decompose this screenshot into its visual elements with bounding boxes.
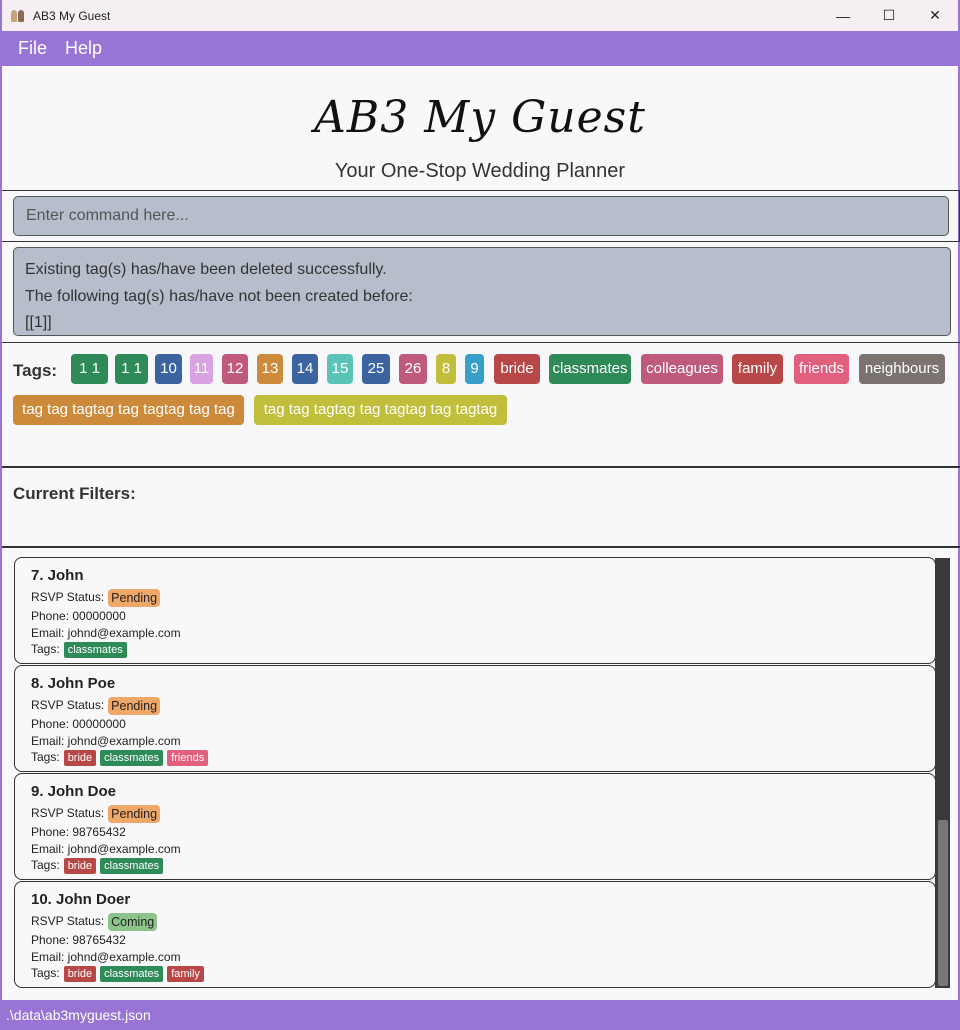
- rsvp-badge: Pending: [108, 697, 161, 715]
- guest-tag: family: [167, 966, 204, 982]
- guest-name: 9. John Doe: [31, 783, 117, 800]
- result-display: Existing tag(s) has/have been deleted su…: [13, 247, 951, 336]
- guest-email: Email: johnd@example.com: [31, 734, 181, 748]
- guest-email: Email: johnd@example.com: [31, 950, 181, 964]
- guest-phone: Phone: 98765432: [31, 825, 126, 839]
- guest-email: Email: johnd@example.com: [31, 842, 181, 856]
- tag-chip[interactable]: tag tag tagtag tag tagtag tag tagtag: [254, 395, 507, 425]
- list-scrollbar[interactable]: [935, 558, 950, 988]
- guest-email: Email: johnd@example.com: [31, 626, 181, 640]
- guest-tag: friends: [167, 750, 209, 766]
- tag-chip[interactable]: friends: [794, 354, 849, 384]
- rsvp-row: RSVP Status: Coming: [31, 913, 158, 931]
- guest-tag: bride: [63, 750, 97, 766]
- tag-chip[interactable]: 11: [190, 354, 213, 384]
- menu-help[interactable]: Help: [65, 38, 102, 59]
- rsvp-badge: Pending: [108, 805, 161, 823]
- guest-name: 10. John Doer: [31, 891, 131, 908]
- status-bar: .\data\ab3myguest.json: [2, 1000, 958, 1030]
- guest-tag: classmates: [100, 966, 164, 982]
- guest-phone: Phone: 00000000: [31, 609, 126, 623]
- guest-tags-row: Tags: classmates: [31, 642, 127, 658]
- app-couple-icon: [11, 9, 25, 23]
- tag-chip[interactable]: colleagues: [641, 354, 723, 384]
- guest-tags-row: Tags: bride classmates family: [31, 966, 204, 982]
- guest-list[interactable]: 7. John RSVP Status: Pending Phone: 00000…: [2, 548, 958, 998]
- guest-tag: classmates: [100, 750, 164, 766]
- result-line: The following tag(s) has/have not been c…: [25, 287, 413, 305]
- tag-chip[interactable]: 15: [327, 354, 353, 384]
- tag-chip[interactable]: bride: [494, 354, 540, 384]
- guest-tag: bride: [63, 966, 97, 982]
- tags-panel: Tags: 1 1 1 1 10 11 12 13 14 15 25 26 8 …: [2, 342, 960, 468]
- tag-chip[interactable]: 8: [436, 354, 456, 384]
- guest-name: 8. John Poe: [31, 675, 116, 692]
- rsvp-badge: Pending: [108, 589, 161, 607]
- guest-phone: Phone: 98765432: [31, 933, 126, 947]
- result-line: Existing tag(s) has/have been deleted su…: [25, 261, 387, 278]
- rsvp-label: RSVP Status:: [31, 914, 105, 929]
- rsvp-label: RSVP Status:: [31, 698, 105, 713]
- guest-tag: classmates: [100, 858, 164, 874]
- guest-card[interactable]: 9. John Doe RSVP Status: Pending Phone: 9…: [14, 773, 936, 880]
- guest-card[interactable]: 7. John RSVP Status: Pending Phone: 00000…: [14, 557, 936, 664]
- app-header: AB3 My Guest Your One-Stop Wedding Plann…: [2, 66, 958, 190]
- guest-tag: bride: [63, 858, 97, 874]
- tag-chip[interactable]: 1 1: [115, 354, 148, 384]
- title-bar[interactable]: AB3 My Guest — ☐ ✕: [2, 0, 958, 31]
- close-button[interactable]: ✕: [912, 0, 958, 31]
- rsvp-row: RSVP Status: Pending: [31, 805, 161, 823]
- guest-tags-label: Tags:: [31, 966, 60, 981]
- rsvp-label: RSVP Status:: [31, 590, 105, 605]
- guest-card[interactable]: 8. John Poe RSVP Status: Pending Phone: 0…: [14, 665, 936, 772]
- tag-chip[interactable]: tag tag tagtag tag tagtag tag tag: [13, 395, 244, 425]
- guest-tags-row: Tags: bride classmates: [31, 858, 164, 874]
- app-window: AB3 My Guest — ☐ ✕ File Help AB3 My Gues…: [0, 0, 960, 1030]
- guest-phone: Phone: 00000000: [31, 717, 126, 731]
- rsvp-label: RSVP Status:: [31, 806, 105, 821]
- tag-chip[interactable]: 9: [465, 354, 484, 384]
- data-file-path: .\data\ab3myguest.json: [6, 1007, 151, 1023]
- filters-label: Current Filters:: [13, 484, 136, 503]
- tag-chip[interactable]: classmates: [549, 354, 631, 384]
- tag-chip[interactable]: 13: [257, 354, 283, 384]
- minimize-button[interactable]: —: [820, 0, 866, 31]
- tag-chip[interactable]: 26: [399, 354, 427, 384]
- guest-tags-label: Tags:: [31, 750, 60, 765]
- tags-label: Tags:: [13, 361, 58, 380]
- guest-tag: classmates: [63, 642, 127, 658]
- guest-card[interactable]: 10. John Doer RSVP Status: Coming Phone: …: [14, 881, 936, 988]
- menu-bar: File Help: [2, 31, 958, 66]
- maximize-button[interactable]: ☐: [866, 0, 912, 31]
- command-input[interactable]: [13, 196, 949, 236]
- tag-chip[interactable]: 14: [292, 354, 318, 384]
- tag-chip[interactable]: 1 1: [71, 354, 108, 384]
- result-line: [[1]]: [25, 314, 52, 331]
- guest-name: 7. John: [31, 567, 84, 584]
- command-panel: [2, 190, 960, 242]
- window-controls: — ☐ ✕: [820, 0, 958, 31]
- filters-panel: Current Filters:: [2, 468, 960, 548]
- window-title: AB3 My Guest: [33, 8, 111, 23]
- app-subtitle: Your One-Stop Wedding Planner: [334, 160, 626, 182]
- rsvp-badge: Coming: [108, 913, 158, 931]
- guest-tags-label: Tags:: [31, 858, 60, 873]
- tag-chip[interactable]: neighbours: [859, 354, 945, 384]
- rsvp-row: RSVP Status: Pending: [31, 697, 161, 715]
- menu-file[interactable]: File: [18, 38, 47, 59]
- guest-tags-row: Tags: bride classmates friends: [31, 750, 209, 766]
- guest-tags-label: Tags:: [31, 642, 60, 657]
- tag-chip[interactable]: 12: [222, 354, 248, 384]
- tag-chip[interactable]: 10: [155, 354, 182, 384]
- app-title: AB3 My Guest: [314, 92, 646, 143]
- tag-chip[interactable]: family: [732, 354, 783, 384]
- tag-chip[interactable]: 25: [362, 354, 390, 384]
- rsvp-row: RSVP Status: Pending: [31, 589, 161, 607]
- scrollbar-thumb[interactable]: [938, 820, 948, 986]
